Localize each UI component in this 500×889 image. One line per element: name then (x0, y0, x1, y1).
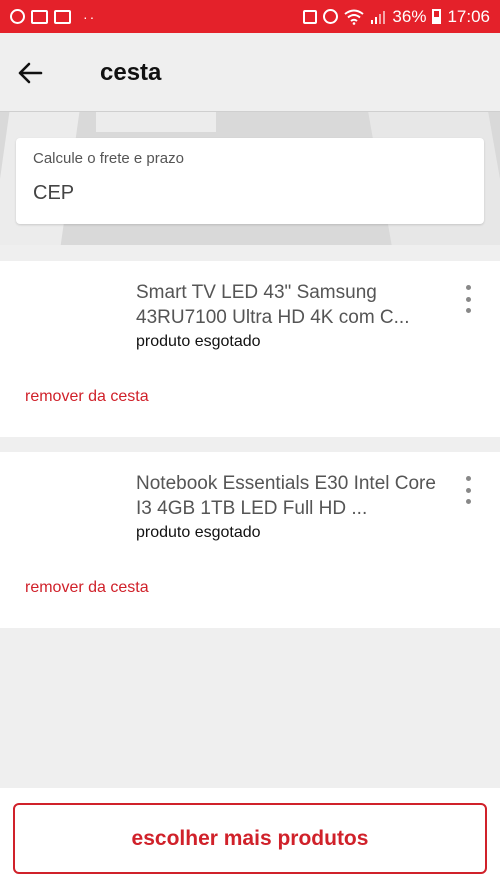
cart-item: Notebook Essentials E30 Intel Core I3 4G… (0, 452, 500, 628)
mail-icon (54, 9, 71, 24)
product-name[interactable]: Notebook Essentials E30 Intel Core I3 4G… (136, 471, 441, 521)
shipping-calculator-label: Calcule o frete e prazo (33, 150, 184, 167)
app-bar: cesta (0, 33, 500, 111)
cep-input[interactable] (33, 178, 463, 208)
bottom-action-bar: escolher mais produtos (0, 788, 500, 889)
shipping-banner: Calcule o frete e prazo (0, 111, 500, 245)
more-notifications-dots: ·· (83, 8, 97, 25)
product-name[interactable]: Smart TV LED 43" Samsung 43RU7100 Ultra … (136, 280, 441, 330)
arrow-left-icon (18, 62, 43, 84)
shipping-calculator-card: Calcule o frete e prazo (16, 138, 484, 224)
clock: 17:06 (447, 6, 490, 26)
more-options-button[interactable] (458, 476, 478, 504)
system-status: 36% 17:06 (303, 7, 490, 27)
cart-item: Smart TV LED 43" Samsung 43RU7100 Ultra … (0, 261, 500, 437)
alarm-icon (323, 9, 339, 24)
choose-more-products-button[interactable]: escolher mais produtos (13, 803, 487, 874)
remove-from-cart-link[interactable]: remover da cesta (25, 388, 149, 406)
product-status: produto esgotado (136, 524, 261, 541)
page-title: cesta (100, 59, 162, 86)
wifi-icon (344, 9, 365, 25)
remove-from-cart-link[interactable]: remover da cesta (25, 579, 149, 597)
product-image[interactable] (18, 279, 118, 379)
more-options-button[interactable] (458, 285, 478, 313)
signal-icon (371, 10, 386, 24)
back-button[interactable] (14, 57, 46, 89)
status-bar: ·· 36% 17:06 (0, 0, 500, 33)
notification-icons: ·· (10, 9, 96, 25)
product-status: produto esgotado (136, 333, 261, 350)
battery-percent: 36% (392, 6, 427, 26)
product-image[interactable] (18, 470, 118, 570)
lock-icon (303, 9, 318, 24)
notification-app-icon (10, 9, 25, 24)
more-vert-icon (465, 285, 471, 290)
more-vert-icon (465, 476, 471, 481)
notification-app-icon (31, 9, 48, 24)
background-shape (96, 112, 216, 132)
battery-icon (432, 9, 442, 24)
